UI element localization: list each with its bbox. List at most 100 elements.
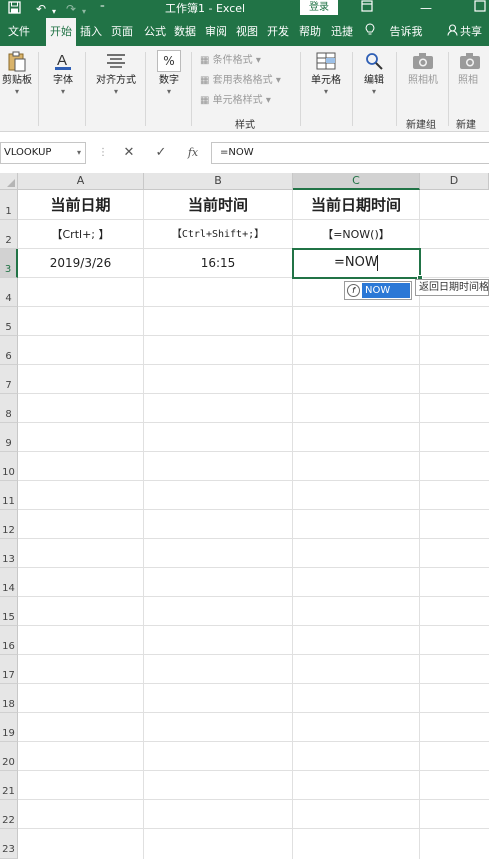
editing-label: 编辑 [364,75,384,86]
maximize-icon[interactable] [474,0,486,16]
column-header-a[interactable]: A [18,173,144,190]
tab-view[interactable]: 视图 [233,18,261,46]
minimize-icon[interactable]: — [420,0,432,16]
font-group[interactable]: A 字体 ▾ [44,50,82,96]
font-color-icon: A [51,50,75,72]
row-header[interactable]: 17 [0,655,18,684]
chevron-down-icon: ▾ [166,87,171,96]
formula-input[interactable]: =NOW [211,142,489,164]
chevron-down-icon[interactable]: ▾ [77,143,81,163]
row-header[interactable]: 3 [0,249,18,278]
ribbon: 剪贴板 ▾ A 字体 ▾ 对齐方式 ▾ % 数字 ▾ ▦ 条件格式 ▾ ▦ 套用… [0,46,489,132]
chevron-down-icon: ▾ [371,87,376,96]
redo-icon[interactable]: ↷ [66,1,76,17]
cell-c1[interactable]: 当前日期时间 [293,190,420,220]
camera-button-2[interactable]: 照相 [452,50,489,87]
row-header[interactable]: 14 [0,568,18,597]
autocomplete-item-now[interactable]: NOW [362,283,410,298]
ribbon-separator [448,52,449,126]
column-header-b[interactable]: B [144,173,293,190]
cell-a2[interactable]: 【Crtl+; 】 [18,220,144,249]
row-header[interactable]: 16 [0,626,18,655]
tab-developer[interactable]: 开发 [264,18,292,46]
row-header[interactable]: 18 [0,684,18,713]
row-header[interactable]: 4 [0,278,18,307]
name-box[interactable]: VLOOKUP ▾ [0,142,86,164]
chevron-down-icon: ▾ [113,87,118,96]
cell-styles-button[interactable]: ▦ 单元格样式 ▾ [200,94,271,107]
chevron-down-icon: ▾ [323,87,328,96]
tab-file[interactable]: 文件 [2,18,36,46]
row-header[interactable]: 12 [0,510,18,539]
undo-icon[interactable]: ↶ [36,1,46,17]
cell-a3[interactable]: 2019/3/26 [18,249,144,278]
ribbon-separator [85,52,86,126]
number-group[interactable]: % 数字 ▾ [151,50,187,96]
editing-group[interactable]: 编辑 ▾ [356,50,392,96]
styles-group-label: 样式 [235,120,255,131]
tab-home[interactable]: 开始 [46,18,76,46]
row-header[interactable]: 15 [0,597,18,626]
cancel-icon[interactable]: ✕ [118,142,140,164]
clipboard-group[interactable]: 剪贴板 ▾ [0,50,34,96]
function-autocomplete-list: f NOW [344,281,412,300]
row-header[interactable]: 8 [0,394,18,423]
row-header[interactable]: 6 [0,336,18,365]
column-header-c[interactable]: C [293,173,420,190]
select-all-corner[interactable] [0,173,18,190]
new-group-label: 新建组 [406,120,436,131]
camera-icon [411,50,435,72]
insert-function-icon[interactable]: fx [182,142,204,164]
row-header[interactable]: 21 [0,771,18,800]
row-header[interactable]: 23 [0,829,18,859]
row-header[interactable]: 20 [0,742,18,771]
tab-help[interactable]: 帮助 [296,18,324,46]
row-header[interactable]: 1 [0,190,18,220]
ribbon-separator [191,52,192,126]
tab-data[interactable]: 数据 [171,18,199,46]
cells-group[interactable]: 单元格 ▾ [304,50,348,96]
camera-label: 照相机 [408,75,438,86]
share-button[interactable]: 共享 [460,18,489,46]
tab-insert[interactable]: 插入 [77,18,105,46]
cell-a1[interactable]: 当前日期 [18,190,144,220]
alignment-group[interactable]: 对齐方式 ▾ [90,50,142,96]
cell-c2[interactable]: 【=NOW()】 [293,220,420,249]
cell-c3-editing[interactable]: =NOW [334,255,378,270]
font-label: 字体 [53,75,73,86]
row-header[interactable]: 7 [0,365,18,394]
enter-check-icon[interactable]: ✓ [150,142,172,164]
cell-b3[interactable]: 16:15 [144,249,293,278]
cell-b1[interactable]: 当前时间 [144,190,293,220]
conditional-format-button[interactable]: ▦ 条件格式 ▾ [200,54,261,67]
row-header[interactable]: 9 [0,423,18,452]
row-header[interactable]: 10 [0,452,18,481]
row-header[interactable]: 19 [0,713,18,742]
tab-formulas[interactable]: 公式 [141,18,169,46]
tab-review[interactable]: 审阅 [202,18,230,46]
clipboard-label: 剪贴板 [2,75,32,86]
formula-bar: VLOOKUP ▾ ⋮ ✕ ✓ fx =NOW [0,140,489,166]
cell-b2[interactable]: 【Ctrl+Shift+;】 [144,220,293,249]
column-header-d[interactable]: D [420,173,489,190]
ribbon-display-icon[interactable] [361,0,373,16]
tell-me-search[interactable]: 告诉我 [385,18,427,46]
row-header[interactable]: 5 [0,307,18,336]
new-group-label-2: 新建 [456,120,476,131]
camera-button[interactable]: 照相机 [402,50,444,87]
tab-page-layout[interactable]: 页面 [107,18,137,46]
ribbon-tab-bar: 文件 开始 插入 页面 公式 数据 审阅 视图 开发 帮助 迅捷 告诉我 共享 [0,18,489,46]
customize-qat-icon[interactable]: ⁼ [100,1,105,17]
row-header[interactable]: 2 [0,220,18,249]
save-icon[interactable] [8,1,21,18]
row-header[interactable]: 22 [0,800,18,829]
share-person-icon[interactable] [447,18,458,46]
login-button[interactable]: 登录 [300,0,338,15]
format-as-table-button[interactable]: ▦ 套用表格格式 ▾ [200,74,281,87]
title-bar: ↶ ▾ ↷ ▾ ⁼ 工作簿1 - Excel 登录 — [0,0,489,18]
row-header[interactable]: 11 [0,481,18,510]
number-label: 数字 [159,75,179,86]
tab-xunjie[interactable]: 迅捷 [328,18,356,46]
row-header[interactable]: 13 [0,539,18,568]
active-cell-c3[interactable]: =NOW [292,248,423,281]
